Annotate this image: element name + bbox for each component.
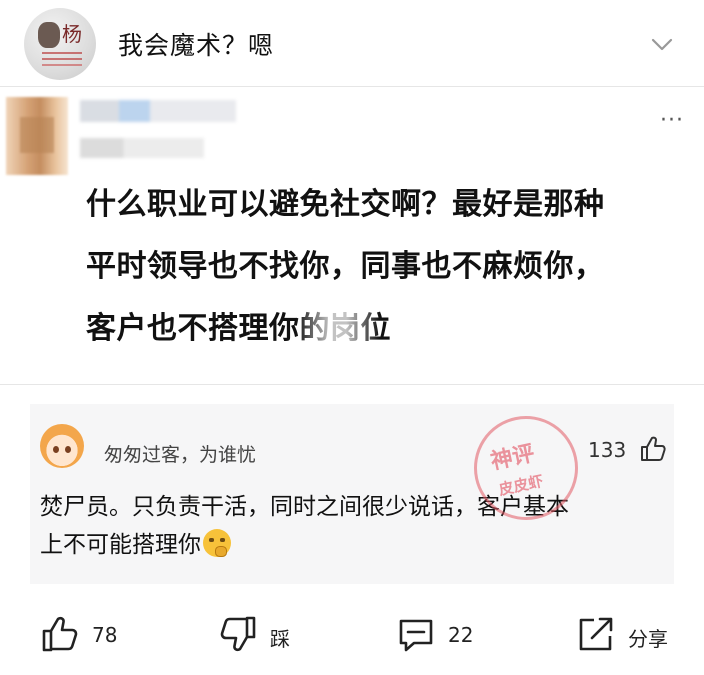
poster-name-blurred xyxy=(80,100,236,122)
avatar-eye xyxy=(53,446,59,453)
comment-line: 焚尸员。只负责干活，同时之间很少说话，客户基本 xyxy=(40,494,569,520)
avatar-char: 杨 xyxy=(62,22,82,46)
chevron-down-icon[interactable] xyxy=(648,30,676,58)
thumbs-up-icon[interactable] xyxy=(638,434,668,464)
post-line: 平时领导也不找你，同事也不麻烦你， xyxy=(86,249,605,284)
share-icon xyxy=(579,617,613,651)
share-label: 分享 xyxy=(628,627,668,651)
like-count: 78 xyxy=(92,623,118,647)
comment-line-2: 上不可能搭理你 xyxy=(40,526,668,564)
dislike-label: 踩 xyxy=(270,627,290,651)
post-header: 杨 我会魔术？嗯 xyxy=(0,0,704,86)
avatar-scribble xyxy=(42,52,82,54)
thumbs-up-icon xyxy=(42,616,78,652)
dislike-button[interactable]: 踩 xyxy=(218,614,308,654)
post-text: 什么职业可以避免社交啊？最好是那种 平时领导也不找你，同事也不麻烦你， 客户也不… xyxy=(86,174,696,360)
poster-meta-blurred xyxy=(80,138,204,158)
commenter-name[interactable]: 匆匆过客，为谁忧 xyxy=(104,440,256,467)
comment-bubble-icon xyxy=(399,619,433,652)
post-action-bar: 78 踩 22 分享 xyxy=(0,600,704,675)
like-button[interactable]: 78 xyxy=(40,614,130,654)
author-name[interactable]: 我会魔术？嗯 xyxy=(118,26,274,62)
thumbs-down-icon xyxy=(220,616,256,652)
top-comment-card[interactable]: 匆匆过客，为谁忧 133 焚尸员。只负责干活，同时之间很少说话，客户基本 上不可… xyxy=(30,404,674,584)
poster-avatar-blurred[interactable] xyxy=(6,97,68,175)
comment-line: 上不可能搭理你 xyxy=(40,532,201,558)
commenter-avatar[interactable] xyxy=(40,424,84,468)
text-watermark-overlay xyxy=(296,300,380,352)
stamp-text-bottom: 皮皮虾 xyxy=(497,471,545,499)
thinking-emoji-icon xyxy=(203,529,231,557)
comment-button[interactable]: 22 xyxy=(396,614,496,654)
comment-count: 22 xyxy=(448,623,474,647)
share-button[interactable]: 分享 xyxy=(576,614,686,654)
avatar-figure xyxy=(38,22,60,48)
post-line: 什么职业可以避免社交啊？最好是那种 xyxy=(86,187,605,222)
post-divider xyxy=(0,384,704,385)
comment-like-count: 133 xyxy=(588,438,627,462)
header-divider xyxy=(0,86,704,87)
stamp-text-top: 神评 xyxy=(488,441,537,475)
post-line: 客户也不搭理你的岗位 xyxy=(86,311,391,346)
author-avatar[interactable]: 杨 xyxy=(24,8,96,80)
avatar-eye xyxy=(65,446,71,453)
more-dots-icon[interactable]: ··· xyxy=(660,108,684,133)
comment-text: 焚尸员。只负责干活，同时之间很少说话，客户基本 上不可能搭理你 xyxy=(40,488,668,564)
